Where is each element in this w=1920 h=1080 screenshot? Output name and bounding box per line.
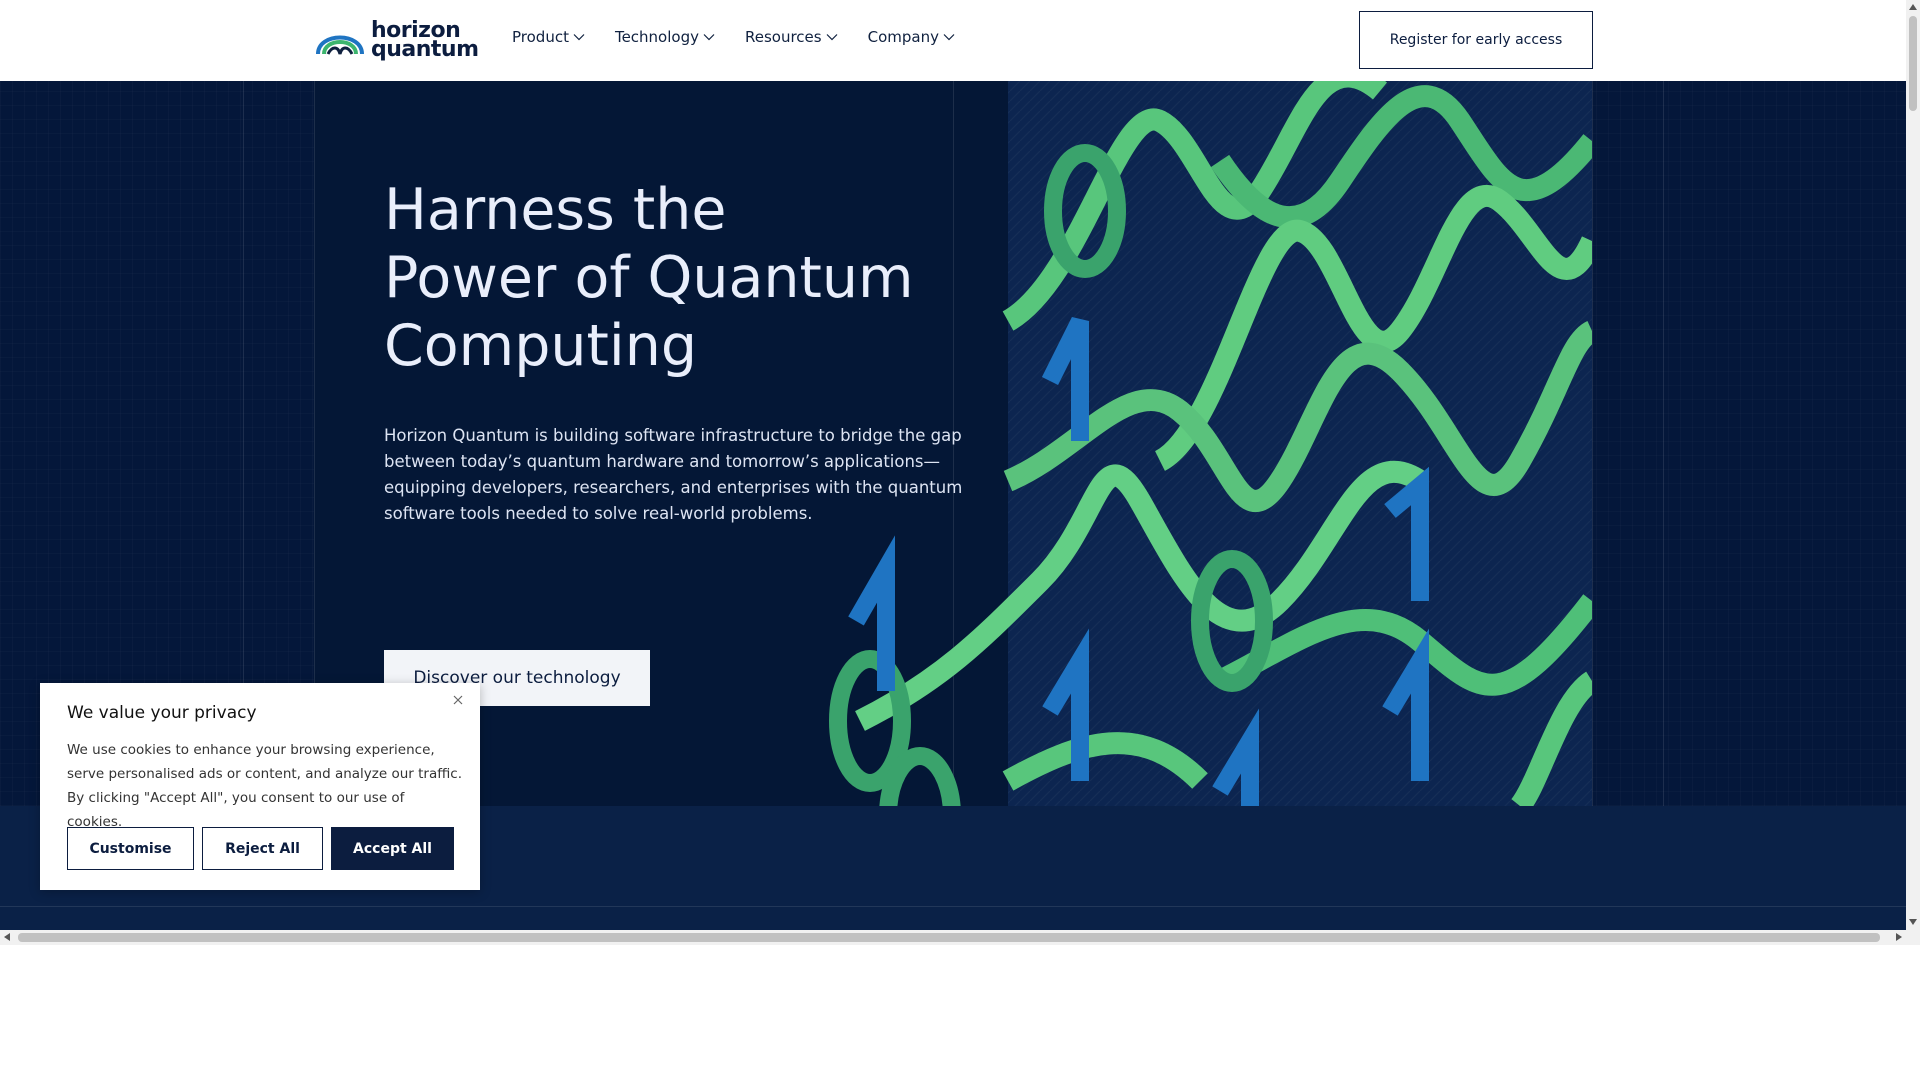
- hero-title-line: Power of Quantum: [384, 245, 914, 311]
- scroll-down-arrow-icon[interactable]: [1909, 919, 1917, 925]
- chevron-down-icon: [703, 34, 715, 41]
- horizontal-scrollbar[interactable]: [0, 930, 1920, 945]
- nav-resources[interactable]: Resources: [745, 28, 838, 46]
- grid-line: [1663, 81, 1664, 930]
- cookie-title: We value your privacy: [67, 703, 257, 723]
- chevron-down-icon: [573, 34, 585, 41]
- nav-technology[interactable]: Technology: [615, 28, 715, 46]
- nav-product[interactable]: Product: [512, 28, 585, 46]
- cookie-button-group: Customise Reject All Accept All: [67, 827, 454, 870]
- divider: [0, 906, 1906, 907]
- nav-company[interactable]: Company: [868, 28, 955, 46]
- scrollbar-thumb[interactable]: [1909, 16, 1917, 111]
- nav-label: Company: [867, 28, 939, 46]
- customise-button[interactable]: Customise: [67, 827, 194, 870]
- chevron-down-icon: [943, 34, 955, 41]
- nav-label: Technology: [614, 28, 699, 46]
- logo-arc-icon: [316, 35, 364, 55]
- scroll-right-arrow-icon[interactable]: [1896, 933, 1902, 941]
- nav-label: Resources: [744, 28, 822, 46]
- hero-title: Harness the Power of Quantum Computing: [384, 176, 984, 380]
- logo-line: quantum: [371, 37, 479, 62]
- scroll-left-arrow-icon[interactable]: [4, 933, 10, 941]
- scroll-up-arrow-icon[interactable]: [1909, 4, 1917, 10]
- accept-all-button[interactable]: Accept All: [331, 827, 454, 870]
- main-nav: Product Technology Resources Company: [512, 28, 985, 46]
- cookie-text: We use cookies to enhance your browsing …: [67, 742, 463, 830]
- close-icon[interactable]: [451, 693, 465, 707]
- site-header: horizon quantum Product Technology Resou…: [0, 0, 1906, 81]
- hero-title-line: Harness the: [384, 177, 727, 243]
- nav-label: Product: [512, 28, 569, 46]
- hero-title-line: Computing: [384, 313, 697, 379]
- logo-wordmark: horizon quantum: [371, 20, 479, 62]
- grid-line: [1592, 81, 1593, 930]
- chevron-down-icon: [826, 34, 838, 41]
- horizon-quantum-logo[interactable]: horizon quantum: [314, 18, 479, 62]
- scrollbar-thumb[interactable]: [18, 933, 1880, 942]
- register-early-access-button[interactable]: Register for early access: [1359, 11, 1593, 69]
- reject-all-button[interactable]: Reject All: [202, 827, 323, 870]
- vertical-scrollbar[interactable]: [1906, 0, 1920, 930]
- browser-viewport: Harness the Power of Quantum Computing H…: [0, 0, 1906, 930]
- hero-description: Horizon Quantum is building software inf…: [384, 426, 963, 523]
- cookie-consent-dialog: We value your privacy We use cookies to …: [40, 683, 480, 890]
